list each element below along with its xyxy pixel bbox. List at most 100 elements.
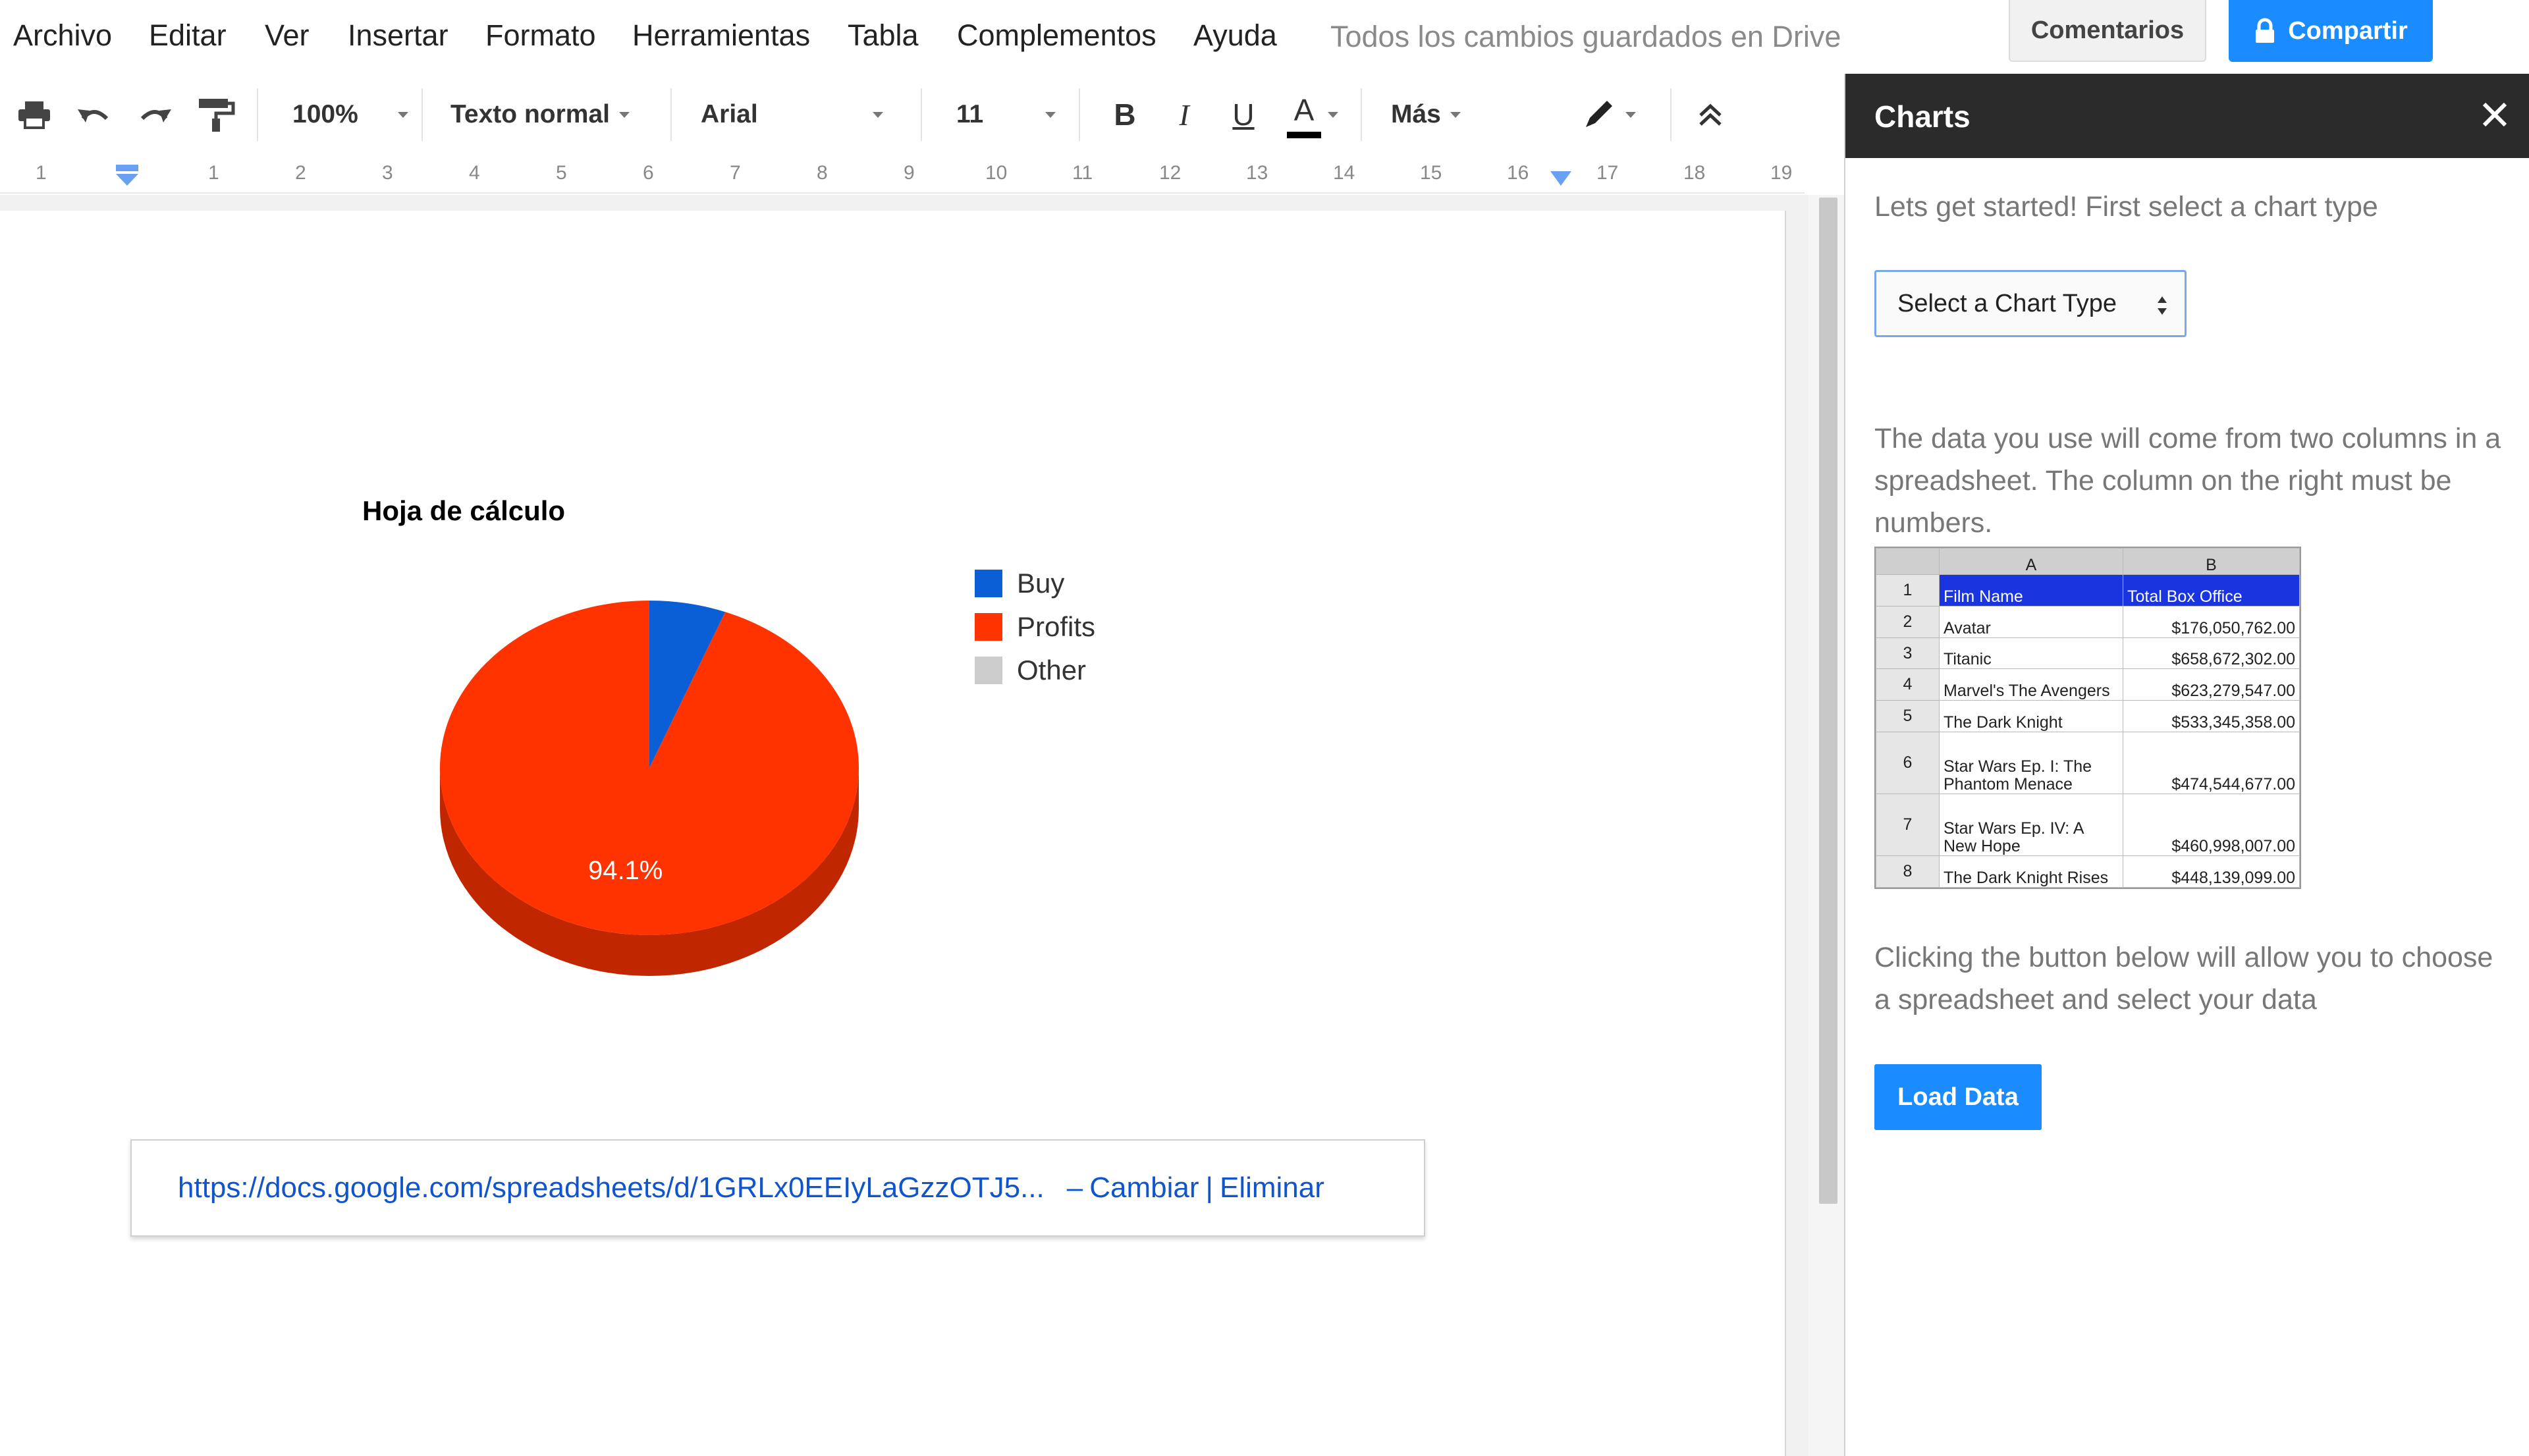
change-link[interactable]: Cambiar <box>1089 1172 1199 1204</box>
menu-ayuda[interactable]: Ayuda <box>1193 18 1277 53</box>
menu-complementos[interactable]: Complementos <box>957 18 1156 53</box>
chart-type-select[interactable]: Select a Chart Type <box>1874 270 2187 337</box>
undo-button[interactable] <box>75 74 112 155</box>
toolbar-separator <box>921 88 922 141</box>
zoom-select[interactable]: 100% <box>292 74 408 155</box>
pen-mode-button[interactable] <box>1581 74 1636 155</box>
italic-button[interactable]: I <box>1164 74 1204 155</box>
sheet-col-header: A <box>1939 548 2123 575</box>
ruler-number: 5 <box>556 162 567 184</box>
sheet-row: 1 Film Name Total Box Office <box>1876 574 2300 607</box>
sheet-row: 4 Marvel's The Avengers $623,279,547.00 <box>1876 668 2300 701</box>
sheet-row: 5 The Dark Knight $533,345,358.00 <box>1876 700 2300 733</box>
ruler-number: 2 <box>295 162 306 184</box>
menu-ver[interactable]: Ver <box>265 18 310 53</box>
more-button[interactable]: Más <box>1391 74 1461 155</box>
font-select[interactable]: Arial <box>701 74 883 155</box>
redo-button[interactable] <box>137 74 174 155</box>
sheet-cell: $474,544,677.00 <box>2123 732 2300 795</box>
load-data-button[interactable]: Load Data <box>1874 1064 2042 1130</box>
bold-button[interactable]: B <box>1105 74 1145 155</box>
menu-insertar[interactable]: Insertar <box>348 18 449 53</box>
menu-editar[interactable]: Editar <box>149 18 227 53</box>
ruler-number: 8 <box>817 162 828 184</box>
print-button[interactable] <box>17 74 51 155</box>
zoom-value: 100% <box>292 100 358 128</box>
paint-format-button[interactable] <box>196 74 236 155</box>
chevron-down-icon <box>872 111 883 118</box>
scrollbar-thumb[interactable] <box>1819 198 1837 1204</box>
save-status[interactable]: Todos los cambios guardados en Drive <box>1330 20 1841 54</box>
charts-sidebar: Charts Lets get started! First select a … <box>1844 74 2529 1456</box>
chart-type-select-value: Select a Chart Type <box>1897 289 2117 317</box>
legend-item-profits: Profits <box>975 611 1095 643</box>
legend-label: Other <box>1017 655 1087 686</box>
ruler[interactable]: 1 1 2 3 4 5 6 7 8 9 10 11 12 13 14 15 16… <box>0 155 1805 194</box>
sheet-cell: Total Box Office <box>2123 574 2300 607</box>
share-button[interactable]: Compartir <box>2229 0 2433 62</box>
text-color-swatch <box>1287 132 1321 138</box>
legend-swatch <box>975 570 1002 597</box>
toolbar-separator <box>257 88 258 141</box>
left-indent-marker-icon[interactable] <box>113 165 141 187</box>
ruler-number: 17 <box>1596 162 1619 184</box>
ruler-number: 15 <box>1420 162 1442 184</box>
menu-tabla[interactable]: Tabla <box>848 18 919 53</box>
share-label: Compartir <box>2288 16 2408 45</box>
spreadsheet-link[interactable]: https://docs.google.com/spreadsheets/d/1… <box>178 1172 1045 1204</box>
legend-label: Profits <box>1017 611 1096 642</box>
comments-button[interactable]: Comentarios <box>2009 0 2206 62</box>
menu-formato[interactable]: Formato <box>485 18 596 53</box>
font-value: Arial <box>701 100 758 128</box>
ruler-number: 14 <box>1333 162 1355 184</box>
sheet-cell: Film Name <box>1939 574 2123 607</box>
undo-icon <box>78 109 109 122</box>
chevron-down-icon <box>1045 111 1056 118</box>
right-indent-marker-icon[interactable] <box>1549 170 1573 187</box>
ruler-number: 12 <box>1159 162 1182 184</box>
pen-icon <box>1586 101 1612 127</box>
toolbar-separator <box>670 88 672 141</box>
menu-herramientas[interactable]: Herramientas <box>632 18 810 53</box>
chevron-down-icon <box>397 111 408 118</box>
ruler-number: 1 <box>36 162 47 184</box>
sheet-row-number: 1 <box>1876 574 1940 607</box>
ruler-number: 13 <box>1246 162 1268 184</box>
comments-label: Comentarios <box>2030 16 2185 44</box>
sheet-row-number: 6 <box>1876 732 1940 795</box>
chevron-down-icon <box>618 111 630 118</box>
ruler-number: 3 <box>382 162 393 184</box>
underline-button[interactable]: U <box>1224 74 1263 155</box>
data-note-text: The data you use will come from two colu… <box>1874 423 2501 539</box>
sheet-row: 6 Star Wars Ep. I: The Phantom Menace $474… <box>1876 732 2300 795</box>
link-separator: | <box>1205 1172 1213 1204</box>
sheet-cell: Titanic <box>1939 637 2123 670</box>
sheet-cell: $176,050,762.00 <box>2123 605 2300 638</box>
ruler-number: 9 <box>904 162 915 184</box>
pie-slice-profits[interactable] <box>440 601 859 935</box>
ruler-number: 4 <box>469 162 480 184</box>
style-select[interactable]: Texto normal <box>450 74 630 155</box>
linked-chart-bubble: https://docs.google.com/spreadsheets/d/1… <box>130 1139 1425 1237</box>
redo-icon <box>140 109 171 122</box>
ruler-number: 19 <box>1770 162 1793 184</box>
sheet-cell: $460,998,007.00 <box>2123 794 2300 857</box>
menu-bar: Archivo Editar Ver Insertar Formato Herr… <box>0 0 2529 74</box>
toolbar-separator <box>1670 88 1672 141</box>
sheet-col-header: B <box>2123 548 2300 575</box>
text-color-button[interactable]: A <box>1284 74 1338 155</box>
legend-swatch <box>975 657 1002 684</box>
legend-label: Buy <box>1017 568 1065 599</box>
load-note-text: Clicking the button below will allow you… <box>1874 942 2493 1015</box>
chart-title: Hoja de cálculo <box>362 495 566 526</box>
sheet-row-number: 3 <box>1876 637 1940 670</box>
ruler-number: 1 <box>208 162 219 184</box>
sheet-corner <box>1876 548 1940 575</box>
font-size-select[interactable]: 11 <box>956 74 1056 155</box>
delete-link[interactable]: Eliminar <box>1220 1172 1324 1204</box>
sheet-row-number: 2 <box>1876 605 1940 638</box>
close-icon[interactable] <box>2480 100 2509 129</box>
menu-archivo[interactable]: Archivo <box>13 18 112 53</box>
ruler-number: 11 <box>1072 162 1093 184</box>
collapse-toolbar-button[interactable] <box>1695 74 1726 155</box>
